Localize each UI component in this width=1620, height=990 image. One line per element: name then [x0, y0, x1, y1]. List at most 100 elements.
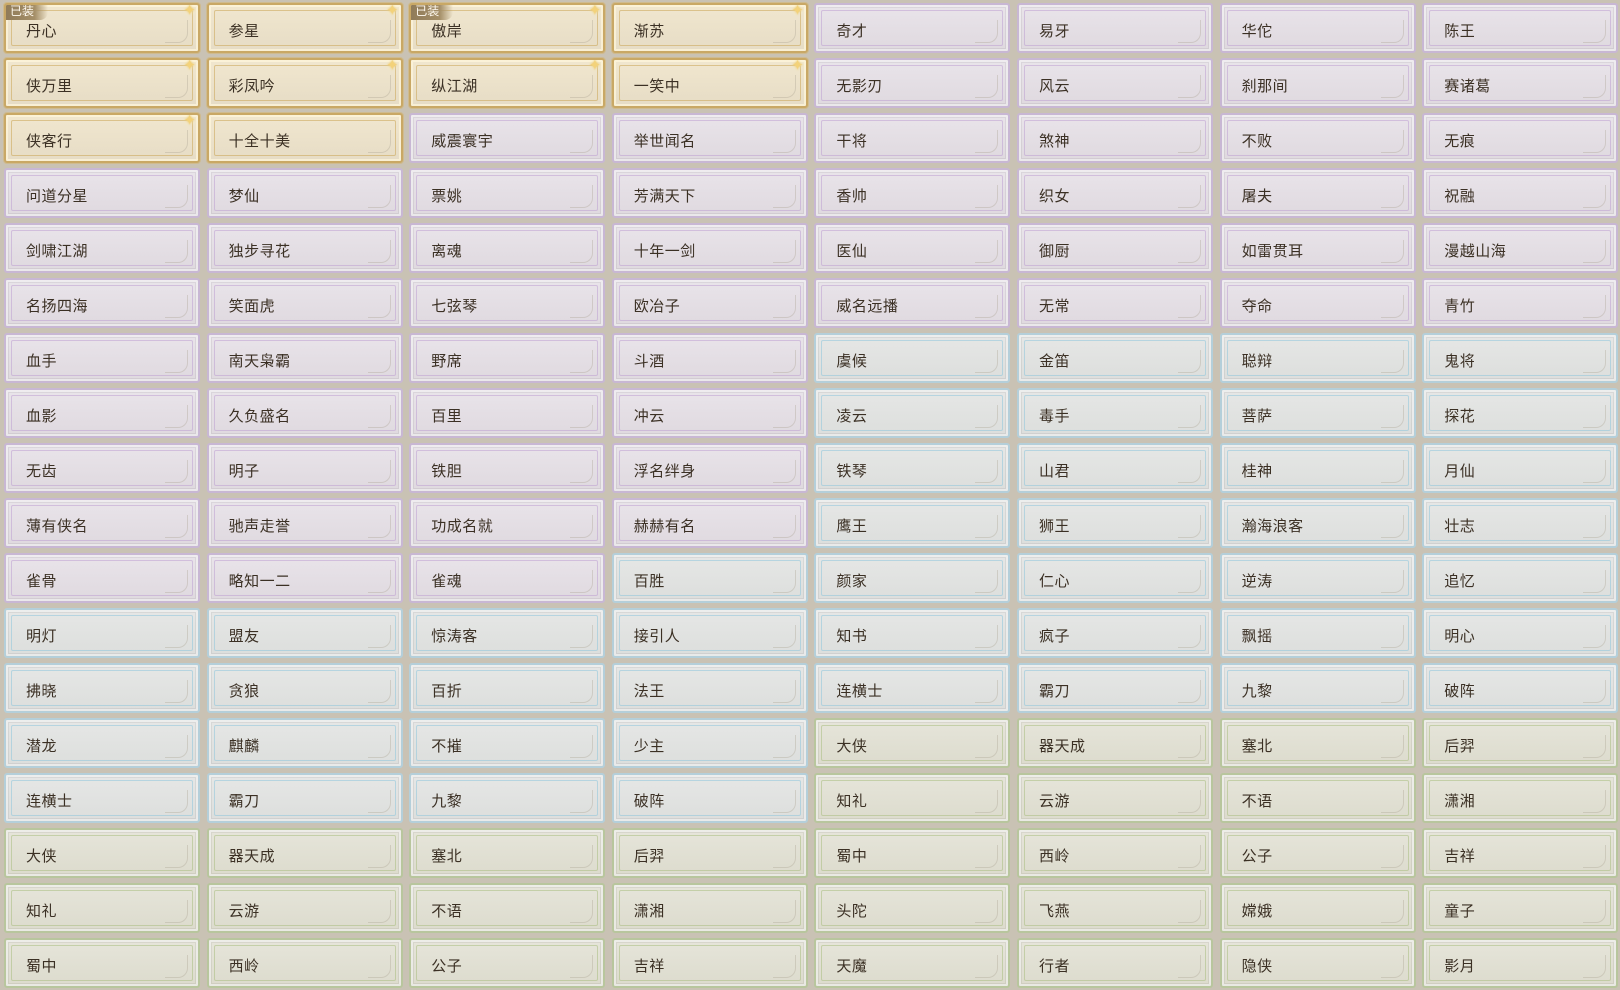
title-tile[interactable]: 潇湘	[1422, 773, 1619, 823]
title-tile[interactable]: 桂神	[1219, 443, 1416, 493]
title-tile[interactable]: 连横士	[4, 773, 200, 823]
title-tile[interactable]: 无齿	[4, 443, 200, 493]
title-tile[interactable]: 不败	[1219, 113, 1416, 163]
title-tile[interactable]: 探花	[1422, 388, 1619, 438]
title-tile[interactable]: 夺命	[1219, 278, 1416, 328]
title-tile[interactable]: 百折	[409, 663, 606, 713]
title-tile[interactable]: 织女	[1017, 168, 1213, 218]
title-tile[interactable]: 后羿	[611, 828, 808, 878]
title-tile[interactable]: 塞北	[409, 828, 606, 878]
title-tile[interactable]: 潇湘	[611, 883, 808, 933]
title-tile[interactable]: 明心	[1422, 608, 1619, 658]
title-tile[interactable]: 连横士	[814, 663, 1011, 713]
title-tile[interactable]: 知礼	[4, 883, 200, 933]
title-tile[interactable]: 逆涛	[1219, 553, 1416, 603]
title-tile[interactable]: 名扬四海	[4, 278, 200, 328]
title-tile[interactable]: 独步寻花	[206, 223, 403, 273]
title-tile[interactable]: 易牙	[1017, 3, 1213, 53]
title-tile[interactable]: 剑啸江湖	[4, 223, 200, 273]
title-tile[interactable]: 赫赫有名	[611, 498, 808, 548]
title-tile[interactable]: 参星 ✦	[206, 3, 403, 53]
title-tile[interactable]: 斗酒	[611, 333, 808, 383]
title-tile[interactable]: 大侠	[814, 718, 1011, 768]
title-tile[interactable]: 飘摇	[1219, 608, 1416, 658]
title-tile[interactable]: 芳满天下	[611, 168, 808, 218]
title-tile[interactable]: 华佗	[1219, 3, 1416, 53]
title-tile[interactable]: 明灯	[4, 608, 200, 658]
title-tile[interactable]: 追忆	[1422, 553, 1619, 603]
title-tile[interactable]: 少主	[611, 718, 808, 768]
title-tile[interactable]: 飞燕	[1017, 883, 1213, 933]
title-tile[interactable]: 公子	[409, 938, 606, 988]
title-tile[interactable]: 聪辩	[1219, 333, 1416, 383]
title-tile[interactable]: 不语	[1219, 773, 1416, 823]
title-tile[interactable]: 薄有侠名	[4, 498, 200, 548]
title-tile[interactable]: 童子	[1422, 883, 1619, 933]
title-tile[interactable]: 蜀中	[814, 828, 1011, 878]
title-tile[interactable]: 一笑中 ✦	[611, 58, 808, 108]
title-tile[interactable]: 雀魂	[409, 553, 606, 603]
title-tile[interactable]: 雀骨	[4, 553, 200, 603]
title-tile[interactable]: 九黎	[409, 773, 606, 823]
title-tile[interactable]: 接引人	[611, 608, 808, 658]
title-tile[interactable]: 蜀中	[4, 938, 200, 988]
title-tile[interactable]: 举世闻名	[611, 113, 808, 163]
title-tile[interactable]: 渐苏 ✦	[611, 3, 808, 53]
title-tile[interactable]: 驰声走誉	[206, 498, 403, 548]
title-tile[interactable]: 浮名绊身	[611, 443, 808, 493]
title-tile[interactable]: 吉祥	[611, 938, 808, 988]
title-tile[interactable]: 行者	[1017, 938, 1213, 988]
title-tile[interactable]: 御厨	[1017, 223, 1213, 273]
title-tile[interactable]: 金笛	[1017, 333, 1213, 383]
title-tile[interactable]: 不摧	[409, 718, 606, 768]
title-tile[interactable]: 香帅	[814, 168, 1011, 218]
title-tile[interactable]: 煞神	[1017, 113, 1213, 163]
title-tile[interactable]: 刹那间	[1219, 58, 1416, 108]
title-tile[interactable]: 大侠	[4, 828, 200, 878]
title-tile[interactable]: 冲云	[611, 388, 808, 438]
title-tile[interactable]: 塞北	[1219, 718, 1416, 768]
title-tile[interactable]: 百里	[409, 388, 606, 438]
title-tile[interactable]: 虞候	[814, 333, 1011, 383]
title-tile[interactable]: 公子	[1219, 828, 1416, 878]
title-tile[interactable]: 贪狼	[206, 663, 403, 713]
title-tile[interactable]: 奇才	[814, 3, 1011, 53]
title-tile[interactable]: 笑面虎	[206, 278, 403, 328]
title-tile[interactable]: 威名远播	[814, 278, 1011, 328]
title-tile[interactable]: 知书	[814, 608, 1011, 658]
title-tile[interactable]: 无痕	[1422, 113, 1619, 163]
title-tile[interactable]: 隐侠	[1219, 938, 1416, 988]
title-tile[interactable]: 十年一剑	[611, 223, 808, 273]
title-tile[interactable]: 梦仙	[206, 168, 403, 218]
title-tile[interactable]: 傲岸 已装 ✦	[409, 3, 606, 53]
title-tile[interactable]: 破阵	[1422, 663, 1619, 713]
title-tile[interactable]: 威震寰宇	[409, 113, 606, 163]
title-tile[interactable]: 破阵	[611, 773, 808, 823]
title-tile[interactable]: 赛诸葛	[1422, 58, 1619, 108]
title-tile[interactable]: 九黎	[1219, 663, 1416, 713]
title-tile[interactable]: 十全十美	[206, 113, 403, 163]
title-tile[interactable]: 青竹	[1422, 278, 1619, 328]
title-tile[interactable]: 吉祥	[1422, 828, 1619, 878]
title-tile[interactable]: 仁心	[1017, 553, 1213, 603]
title-tile[interactable]: 野席	[409, 333, 606, 383]
title-tile[interactable]: 风云	[1017, 58, 1213, 108]
title-tile[interactable]: 功成名就	[409, 498, 606, 548]
title-tile[interactable]: 血手	[4, 333, 200, 383]
title-tile[interactable]: 颜家	[814, 553, 1011, 603]
title-tile[interactable]: 菩萨	[1219, 388, 1416, 438]
title-tile[interactable]: 久负盛名	[206, 388, 403, 438]
title-tile[interactable]: 血影	[4, 388, 200, 438]
title-tile[interactable]: 丹心 已装 ✦	[4, 3, 200, 53]
title-tile[interactable]: 铁琴	[814, 443, 1011, 493]
title-tile[interactable]: 云游	[206, 883, 403, 933]
title-tile[interactable]: 惊涛客	[409, 608, 606, 658]
title-tile[interactable]: 天魔	[814, 938, 1011, 988]
title-tile[interactable]: 云游	[1017, 773, 1213, 823]
title-tile[interactable]: 侠客行 ✦	[4, 113, 200, 163]
title-tile[interactable]: 略知一二	[206, 553, 403, 603]
title-tile[interactable]: 如雷贯耳	[1219, 223, 1416, 273]
title-tile[interactable]: 陈王	[1422, 3, 1619, 53]
title-tile[interactable]: 拂晓	[4, 663, 200, 713]
title-tile[interactable]: 霸刀	[1017, 663, 1213, 713]
